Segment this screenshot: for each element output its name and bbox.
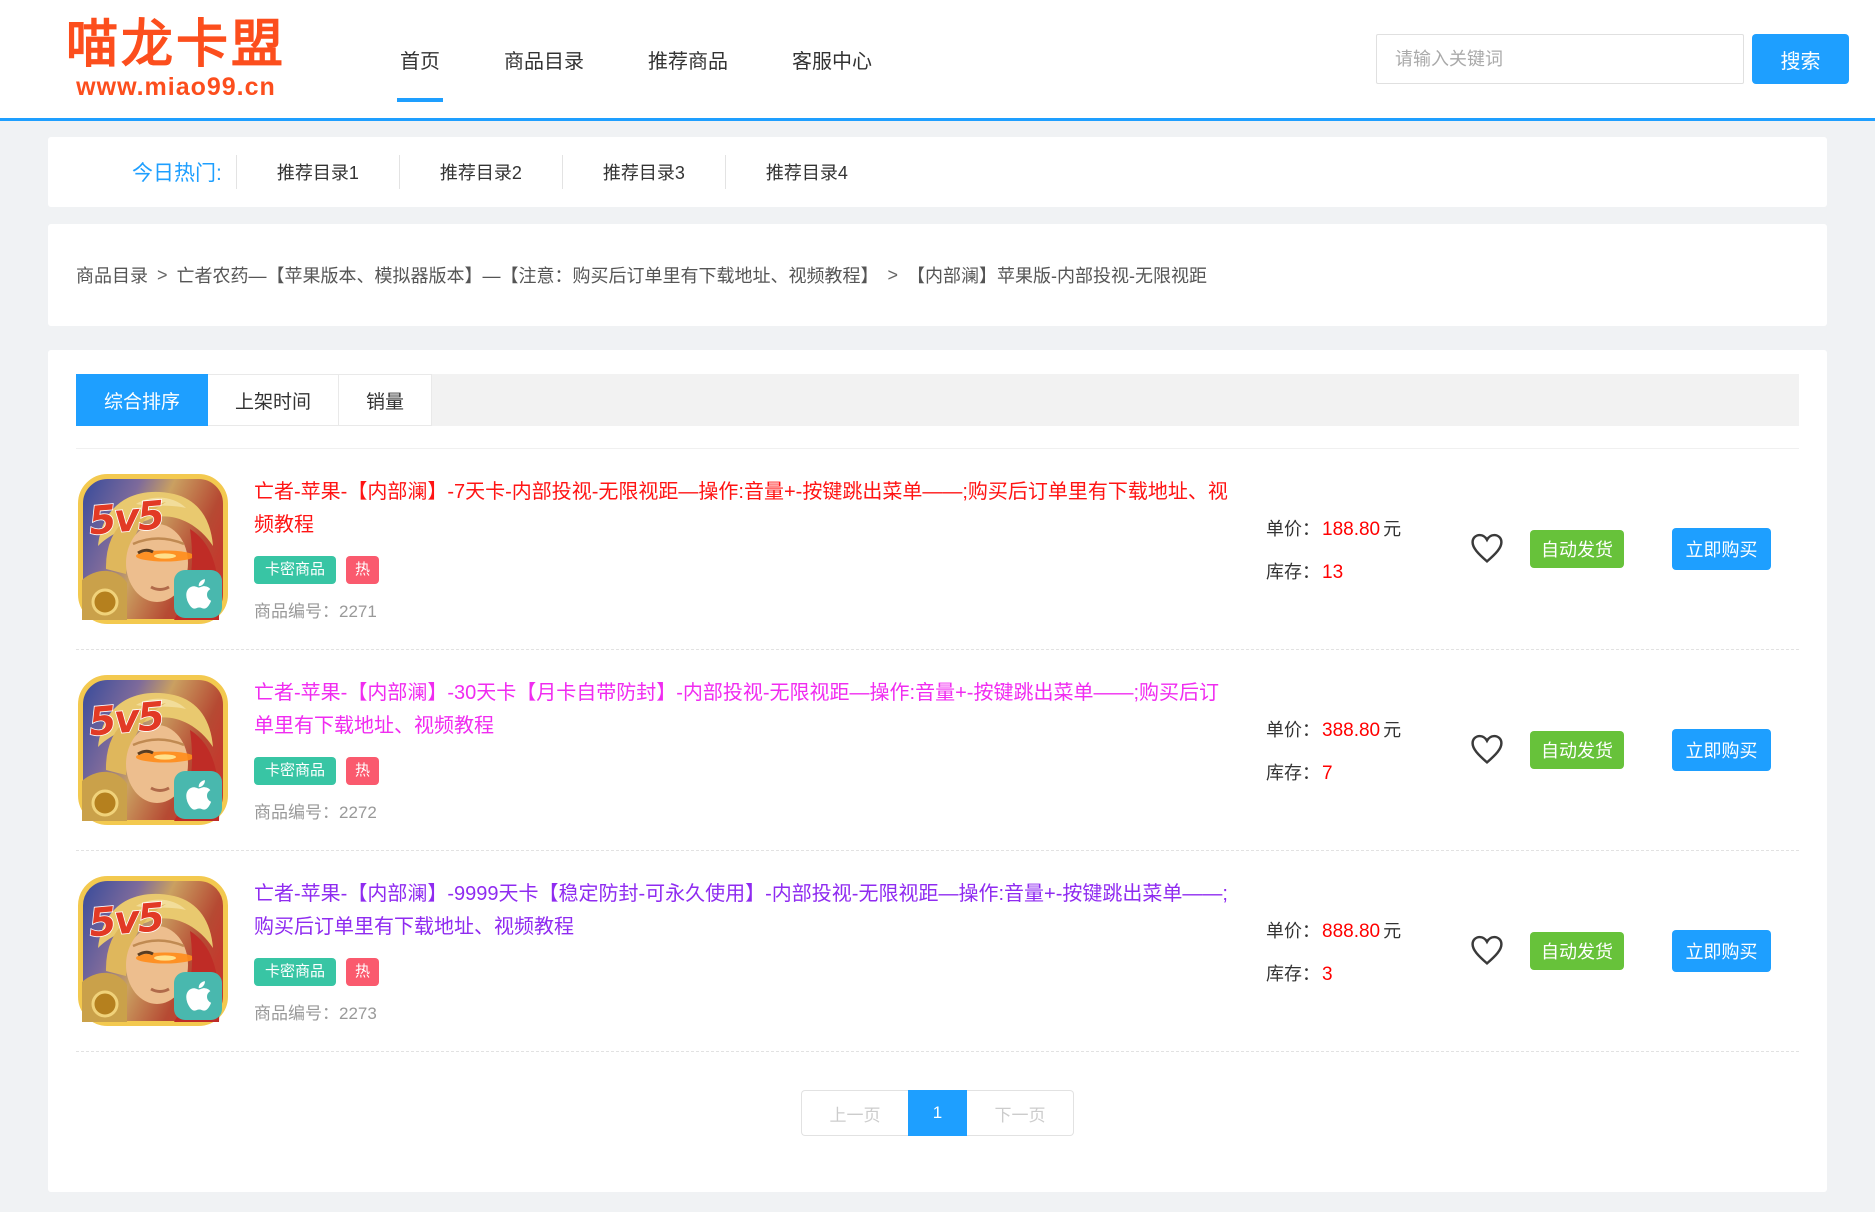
icon-5v5-badge: 5v5 xyxy=(87,895,165,946)
product-sku: 商品编号：2271 xyxy=(254,597,1238,622)
product-game-icon[interactable]: 5v5 xyxy=(78,876,228,1026)
site-logo[interactable]: 喵龙卡盟 www.miao99.cn xyxy=(26,19,326,100)
breadcrumb-current: 【内部澜】苹果版-内部投视-无限视距 xyxy=(907,262,1207,288)
auto-ship-button[interactable]: 自动发货 xyxy=(1530,731,1624,769)
sku-label: 商品编号： xyxy=(254,803,339,822)
buy-now-button[interactable]: 立即购买 xyxy=(1672,528,1771,570)
product-game-icon[interactable]: 5v5 xyxy=(78,474,228,624)
main-nav: 首页 商品目录 推荐商品 客服中心 xyxy=(398,37,874,82)
icon-5v5-badge: 5v5 xyxy=(87,493,165,544)
sku-label: 商品编号： xyxy=(254,602,339,621)
stock-label: 库存： xyxy=(1266,960,1320,986)
stock-value: 7 xyxy=(1322,763,1333,785)
price-label: 单价： xyxy=(1266,716,1320,742)
logo-title: 喵龙卡盟 xyxy=(26,19,326,71)
currency-label: 元 xyxy=(1383,716,1401,742)
currency-label: 元 xyxy=(1383,515,1401,541)
pagination-page-1[interactable]: 1 xyxy=(908,1090,967,1136)
price-value: 388.80 xyxy=(1322,720,1380,742)
product-sku: 商品编号：2273 xyxy=(254,999,1238,1024)
product-tags: 卡密商品 热 xyxy=(254,556,1238,584)
tab-sort-sales[interactable]: 销量 xyxy=(339,374,432,426)
product-row: 5v5 亡者-苹果-【内部澜】-7天卡-内部投视-无限视距—操作:音量+-按键跳… xyxy=(76,449,1799,650)
tag-hot: 热 xyxy=(346,556,379,584)
nav-item-recommended[interactable]: 推荐商品 xyxy=(646,37,730,82)
price-value: 888.80 xyxy=(1322,921,1380,943)
product-sku: 商品编号：2272 xyxy=(254,798,1238,823)
nav-item-home[interactable]: 首页 xyxy=(398,37,442,82)
search-bar: 搜索 xyxy=(1376,34,1849,84)
pagination-prev-button[interactable]: 上一页 xyxy=(801,1090,908,1136)
auto-ship-button[interactable]: 自动发货 xyxy=(1530,530,1624,568)
sku-value: 2272 xyxy=(339,803,377,822)
favorite-button[interactable] xyxy=(1444,933,1530,969)
product-row: 5v5 亡者-苹果-【内部澜】-30天卡【月卡自带防封】-内部投视-无限视距—操… xyxy=(76,650,1799,851)
tag-card-product: 卡密商品 xyxy=(254,958,336,986)
hot-item-1[interactable]: 推荐目录1 xyxy=(236,155,399,189)
search-button[interactable]: 搜索 xyxy=(1752,34,1849,84)
nav-item-support[interactable]: 客服中心 xyxy=(790,37,874,82)
auto-ship-button[interactable]: 自动发货 xyxy=(1530,932,1624,970)
sku-value: 2273 xyxy=(339,1004,377,1023)
hot-item-2[interactable]: 推荐目录2 xyxy=(399,155,562,189)
pagination-next-button[interactable]: 下一页 xyxy=(967,1090,1074,1136)
product-list-card: 综合排序 上架时间 销量 5v5 亡者-苹果-【内部澜】-7天卡-内部投视-无限… xyxy=(48,350,1827,1192)
product-tags: 卡密商品 热 xyxy=(254,757,1238,785)
product-info: 亡者-苹果-【内部澜】-9999天卡【稳定防封-可永久使用】-内部投视-无限视距… xyxy=(254,878,1266,1024)
price-label: 单价： xyxy=(1266,515,1320,541)
product-info: 亡者-苹果-【内部澜】-30天卡【月卡自带防封】-内部投视-无限视距—操作:音量… xyxy=(254,677,1266,823)
stock-value: 13 xyxy=(1322,562,1343,584)
sort-tabs: 综合排序 上架时间 销量 xyxy=(76,374,1799,426)
nav-item-catalog[interactable]: 商品目录 xyxy=(502,37,586,82)
product-tags: 卡密商品 热 xyxy=(254,958,1238,986)
icon-5v5-badge: 5v5 xyxy=(87,694,165,745)
product-row: 5v5 亡者-苹果-【内部澜】-9999天卡【稳定防封-可永久使用】-内部投视-… xyxy=(76,851,1799,1052)
hot-bar-label: 今日热门: xyxy=(132,157,222,187)
product-price-block: 单价： 888.80 元 库存： 3 xyxy=(1266,917,1444,986)
tag-card-product: 卡密商品 xyxy=(254,757,336,785)
hot-item-4[interactable]: 推荐目录4 xyxy=(725,155,888,189)
hot-item-3[interactable]: 推荐目录3 xyxy=(562,155,725,189)
buy-now-button[interactable]: 立即购买 xyxy=(1672,729,1771,771)
breadcrumb-root[interactable]: 商品目录 xyxy=(76,262,148,288)
stock-label: 库存： xyxy=(1266,759,1320,785)
heart-icon xyxy=(1469,933,1505,969)
price-value: 188.80 xyxy=(1322,519,1380,541)
product-price-block: 单价： 188.80 元 库存： 13 xyxy=(1266,515,1444,584)
tab-sort-comprehensive[interactable]: 综合排序 xyxy=(76,374,208,426)
favorite-button[interactable] xyxy=(1444,732,1530,768)
breadcrumb-separator: > xyxy=(157,265,168,286)
tab-sort-listing-time[interactable]: 上架时间 xyxy=(208,374,339,426)
pagination: 上一页 1 下一页 xyxy=(76,1090,1799,1136)
hot-bar-items: 推荐目录1 推荐目录2 推荐目录3 推荐目录4 xyxy=(236,155,888,189)
stock-value: 3 xyxy=(1322,964,1333,986)
sku-value: 2271 xyxy=(339,602,377,621)
tag-hot: 热 xyxy=(346,757,379,785)
tag-card-product: 卡密商品 xyxy=(254,556,336,584)
breadcrumb-separator: > xyxy=(888,265,899,286)
breadcrumb: 商品目录 > 亡者农药—【苹果版本、模拟器版本】—【注意：购买后订单里有下载地址… xyxy=(48,224,1827,326)
tag-hot: 热 xyxy=(346,958,379,986)
product-info: 亡者-苹果-【内部澜】-7天卡-内部投视-无限视距—操作:音量+-按键跳出菜单—… xyxy=(254,476,1266,622)
product-title[interactable]: 亡者-苹果-【内部澜】-7天卡-内部投视-无限视距—操作:音量+-按键跳出菜单—… xyxy=(254,476,1238,542)
sku-label: 商品编号： xyxy=(254,1004,339,1023)
page-body: 今日热门: 推荐目录1 推荐目录2 推荐目录3 推荐目录4 商品目录 > 亡者农… xyxy=(0,121,1875,1212)
product-list: 5v5 亡者-苹果-【内部澜】-7天卡-内部投视-无限视距—操作:音量+-按键跳… xyxy=(76,448,1799,1052)
breadcrumb-category[interactable]: 亡者农药—【苹果版本、模拟器版本】—【注意：购买后订单里有下载地址、视频教程】 xyxy=(177,262,879,288)
site-header: 喵龙卡盟 www.miao99.cn 首页 商品目录 推荐商品 客服中心 搜索 xyxy=(0,0,1875,121)
heart-icon xyxy=(1469,531,1505,567)
logo-url: www.miao99.cn xyxy=(26,75,326,100)
price-label: 单价： xyxy=(1266,917,1320,943)
product-title[interactable]: 亡者-苹果-【内部澜】-30天卡【月卡自带防封】-内部投视-无限视距—操作:音量… xyxy=(254,677,1238,743)
stock-label: 库存： xyxy=(1266,558,1320,584)
product-game-icon[interactable]: 5v5 xyxy=(78,675,228,825)
hot-bar: 今日热门: 推荐目录1 推荐目录2 推荐目录3 推荐目录4 xyxy=(48,137,1827,207)
product-title[interactable]: 亡者-苹果-【内部澜】-9999天卡【稳定防封-可永久使用】-内部投视-无限视距… xyxy=(254,878,1238,944)
favorite-button[interactable] xyxy=(1444,531,1530,567)
heart-icon xyxy=(1469,732,1505,768)
product-price-block: 单价： 388.80 元 库存： 7 xyxy=(1266,716,1444,785)
buy-now-button[interactable]: 立即购买 xyxy=(1672,930,1771,972)
currency-label: 元 xyxy=(1383,917,1401,943)
search-input[interactable] xyxy=(1376,34,1744,84)
